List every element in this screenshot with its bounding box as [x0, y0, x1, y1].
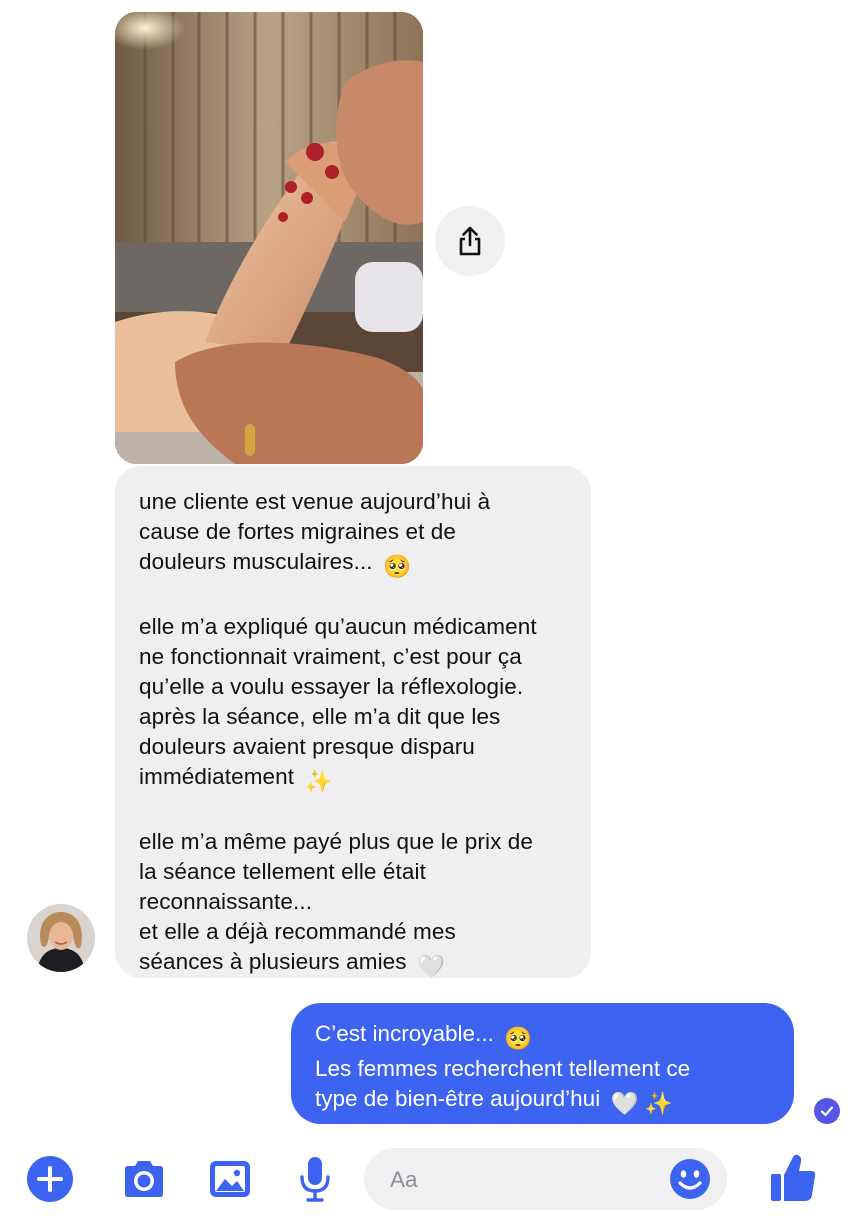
message-line: elle m’a expliqué qu’aucun médicament	[139, 614, 537, 639]
message-line: douleurs musculaires...	[139, 549, 373, 574]
message-line: C’est incroyable...	[315, 1021, 494, 1046]
microphone-icon	[300, 1157, 330, 1202]
message-line: qu’elle a voulu essayer la réflexologie.	[139, 674, 524, 699]
image-icon	[210, 1161, 250, 1197]
message-line: elle m’a même payé plus que le prix de	[139, 829, 534, 854]
white-heart-emoji: 🤍	[417, 954, 446, 979]
voice-message-button[interactable]	[296, 1154, 334, 1204]
gallery-button[interactable]	[207, 1158, 253, 1200]
message-paragraph: elle m’a expliqué qu’aucun médicament ne…	[139, 612, 581, 797]
read-receipt	[814, 1098, 840, 1124]
message-line: immédiatement	[139, 764, 295, 789]
pleading-face-emoji: 🥺	[504, 1026, 533, 1051]
message-line: après la séance, elle m’a dit que les	[139, 704, 501, 729]
message-composer[interactable]	[364, 1148, 727, 1212]
message-line: Les femmes recherchent tellement ce	[315, 1056, 691, 1081]
outgoing-message-bubble[interactable]: C’est incroyable... 🥺 Les femmes recherc…	[291, 1003, 794, 1124]
incoming-message-bubble[interactable]: une cliente est venue aujourd’hui à caus…	[115, 466, 591, 979]
read-receipt-check-icon	[820, 1106, 834, 1117]
pleading-face-emoji: 🥺	[383, 554, 412, 579]
reflexology-photo	[115, 12, 423, 464]
camera-button[interactable]	[120, 1158, 168, 1200]
message-line: ne fonctionnait vraiment, c’est pour ça	[139, 644, 522, 669]
message-paragraph: une cliente est venue aujourd’hui à caus…	[139, 487, 581, 582]
message-input[interactable]	[388, 1148, 652, 1212]
emoji-button[interactable]	[669, 1158, 711, 1200]
smiley-icon	[670, 1159, 710, 1199]
thumbs-up-icon	[771, 1154, 816, 1201]
shared-photo[interactable]	[115, 12, 423, 464]
message-line: séances à plusieurs amies	[139, 949, 407, 974]
message-line: reconnaissante...	[139, 889, 313, 914]
message-line: une cliente est venue aujourd’hui à	[139, 489, 491, 514]
message-paragraph: C’est incroyable... 🥺 Les femmes recherc…	[315, 1019, 784, 1119]
plus-circle-icon	[27, 1156, 73, 1202]
avatar[interactable]	[27, 904, 95, 972]
heart-sparkles-emoji: 🤍 ✨	[610, 1091, 673, 1116]
share-icon	[459, 226, 481, 256]
message-line: et elle a déjà recommandé mes	[139, 919, 456, 944]
share-button[interactable]	[435, 206, 505, 276]
message-line: type de bien-être aujourd’hui	[315, 1086, 601, 1111]
message-line: la séance tellement elle était	[139, 859, 426, 884]
sparkles-emoji: ✨	[304, 769, 333, 794]
add-button[interactable]	[26, 1155, 74, 1203]
message-paragraph: elle m’a même payé plus que le prix de l…	[139, 827, 581, 982]
message-line: cause de fortes migraines et de	[139, 519, 457, 544]
sender-avatar-image	[27, 904, 95, 972]
like-button[interactable]	[768, 1152, 818, 1204]
message-line: douleurs avaient presque disparu	[139, 734, 475, 759]
camera-icon	[125, 1161, 163, 1197]
